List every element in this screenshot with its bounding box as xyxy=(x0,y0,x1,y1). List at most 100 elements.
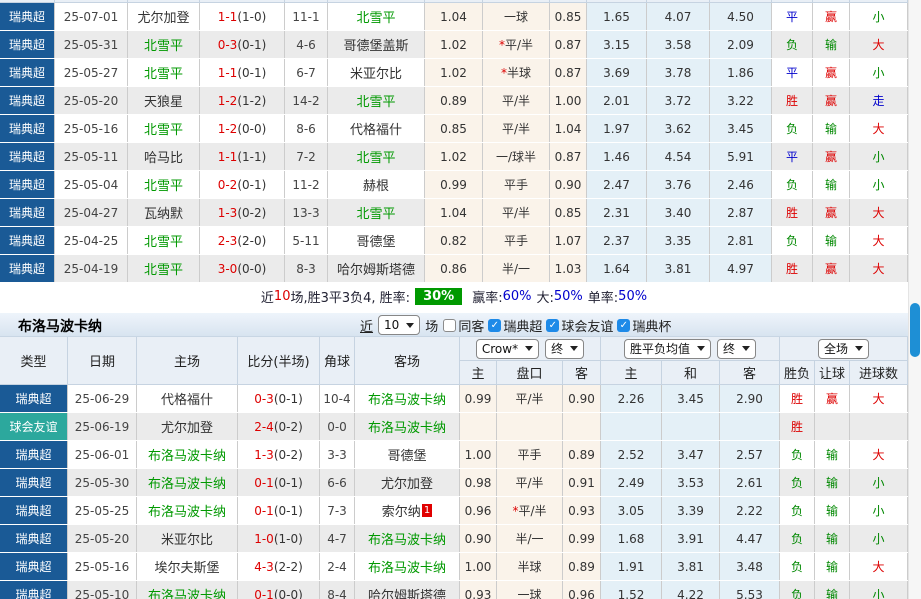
away-team: 代格福什 xyxy=(328,115,425,142)
ah-away-odds: 1.07 xyxy=(550,227,587,254)
ah-away-odds: 0.90 xyxy=(563,385,601,412)
score-cell: 1-1 (1-1) xyxy=(200,143,285,170)
odds-text: 1.00 xyxy=(464,447,492,462)
league-name: 瑞典超 xyxy=(15,504,52,518)
home-team-name: 北雪平 xyxy=(143,235,183,250)
away-team: 布洛马波卡纳 xyxy=(355,385,460,412)
eu-draw-odds: 3.39 xyxy=(662,497,720,524)
odds-state-select[interactable]: 终 xyxy=(545,338,585,359)
eu-draw-odds: 3.62 xyxy=(647,115,710,142)
odds-text: 3.53 xyxy=(677,475,704,490)
odds-text: 2.47 xyxy=(603,177,630,192)
checkbox-checked-icon[interactable]: ✓ xyxy=(546,318,560,332)
filter-checked[interactable]: ✓ 球会友谊 xyxy=(546,316,613,335)
header-group: Crow* 终主 盘口 客 xyxy=(460,337,601,385)
match-date: 25-06-01 xyxy=(68,441,137,468)
corner-cell: 2-4 xyxy=(320,553,355,580)
eu-away-odds: 3.22 xyxy=(710,87,772,114)
eu-home-odds: 2.49 xyxy=(601,469,662,496)
header-label: 客 xyxy=(742,367,756,382)
match-date: 25-05-04 xyxy=(55,171,128,198)
score-fulltime: 0-3 xyxy=(254,391,274,406)
odds-text: 3.48 xyxy=(736,559,763,574)
recent-link[interactable]: 近 xyxy=(360,316,373,335)
over-rate-value: 50% xyxy=(553,288,583,304)
match-row: 瑞典超 25-05-25 布洛马波卡纳 0-1 (0-1) 7-3 索尔纳 1 0.96 * 平/半… xyxy=(0,497,908,525)
corner-text: 6-7 xyxy=(296,65,316,80)
away-team: 哈尔姆斯塔德 xyxy=(328,255,425,282)
goals-result-cell: 大 xyxy=(850,255,908,282)
result-cell: 负 xyxy=(780,553,815,580)
corner-text: 11-1 xyxy=(292,9,320,24)
handicap-result-cell: 赢 xyxy=(813,143,850,170)
home-team-name: 哈马比 xyxy=(143,151,183,166)
score-halftime: (0-0) xyxy=(237,261,267,276)
odds-text: 0.85 xyxy=(554,9,582,24)
filter-checked[interactable]: ✓ 瑞典杯 xyxy=(617,316,671,335)
corner-text: 2-4 xyxy=(327,559,347,574)
odds-source-select[interactable]: Crow* xyxy=(475,338,540,359)
eu-draw-odds: 3.81 xyxy=(662,553,720,580)
recent-count-select[interactable]: 10 xyxy=(378,315,421,335)
away-team: 布洛马波卡纳 xyxy=(355,553,460,580)
scope-select[interactable]: 全场 xyxy=(817,338,869,359)
result-text: 胜 xyxy=(785,206,798,220)
sub-header-result: 胜负 xyxy=(780,361,815,385)
handicap-line: 平手 xyxy=(497,441,563,468)
score-cell: 0-3 (0-1) xyxy=(238,385,320,412)
match-date: 25-06-19 xyxy=(68,413,137,440)
eu-draw-odds: 3.45 xyxy=(662,385,720,412)
ah-home-odds: 0.85 xyxy=(425,115,483,142)
ah-away-odds: 0.87 xyxy=(550,59,587,86)
eu-average-select[interactable]: 胜平负均值 xyxy=(623,338,711,359)
filter-unchecked[interactable]: 同客 xyxy=(443,316,484,335)
match-row: 瑞典超 25-06-01 布洛马波卡纳 1-3 (0-2) 3-3 哥德堡 1.00 平手 0.8… xyxy=(0,441,908,469)
brommapojkarna-history-table: 瑞典超 25-06-29 代格福什 0-3 (0-1) 10-4 布洛马波卡纳 0.99 平/半… xyxy=(0,385,908,599)
eu-away-odds: 4.47 xyxy=(720,525,780,552)
odds-text: 0.87 xyxy=(554,37,582,52)
handicap-text: 平/半 xyxy=(518,504,547,518)
score-halftime: (0-2) xyxy=(273,447,303,462)
sub-header-eu-draw: 和 xyxy=(662,361,720,385)
eu-draw-odds: 3.35 xyxy=(647,227,710,254)
vertical-scrollbar[interactable] xyxy=(908,0,921,599)
checkbox-checked-icon[interactable]: ✓ xyxy=(488,318,502,332)
date-text: 25-07-01 xyxy=(63,9,119,24)
eu-home-odds: 2.01 xyxy=(587,87,647,114)
header-label: 角球 xyxy=(323,355,350,370)
match-date: 25-05-16 xyxy=(68,553,137,580)
handicap-line: * 半球 xyxy=(483,59,550,86)
corner-cell: 4-7 xyxy=(320,525,355,552)
checkbox-unchecked-icon[interactable] xyxy=(443,318,457,332)
handicap-line: 平/半 xyxy=(497,385,563,412)
eu-state-select[interactable]: 终 xyxy=(717,338,757,359)
home-team: 天狼星 xyxy=(128,87,200,114)
corner-cell: 6-6 xyxy=(320,469,355,496)
away-team: 布洛马波卡纳 xyxy=(355,413,460,440)
filter-checked[interactable]: ✓ 瑞典超 xyxy=(488,316,542,335)
date-text: 25-04-25 xyxy=(63,233,119,248)
score-halftime: (0-1) xyxy=(273,391,303,406)
odds-text: 半/一 xyxy=(501,262,531,276)
scrollbar-thumb[interactable] xyxy=(910,303,920,357)
eu-draw-odds: 4.54 xyxy=(647,143,710,170)
odds-text: 3.91 xyxy=(677,531,704,546)
score-fulltime: 1-0 xyxy=(254,531,274,546)
result-text: 胜 xyxy=(790,392,803,406)
score-halftime: (0-1) xyxy=(237,177,267,192)
odds-text: 一球 xyxy=(503,10,528,24)
odds-text: 半/一 xyxy=(515,532,544,546)
score-halftime: (0-1) xyxy=(273,503,303,518)
eu-away-odds: 5.91 xyxy=(710,143,772,170)
checkbox-checked-icon[interactable]: ✓ xyxy=(617,318,631,332)
corner-cell: 8-3 xyxy=(285,255,328,282)
result-text: 输 xyxy=(825,560,838,574)
odds-text: 半球 xyxy=(517,560,542,574)
away-team-name: 布洛马波卡纳 xyxy=(367,421,446,436)
away-team: 哥德堡 xyxy=(328,227,425,254)
odds-text: 3.45 xyxy=(727,121,754,136)
home-team-name: 天狼星 xyxy=(143,95,183,110)
league-name: 瑞典超 xyxy=(8,234,45,248)
handicap-line: * 平/半 xyxy=(497,497,563,524)
date-text: 25-05-20 xyxy=(74,531,130,546)
